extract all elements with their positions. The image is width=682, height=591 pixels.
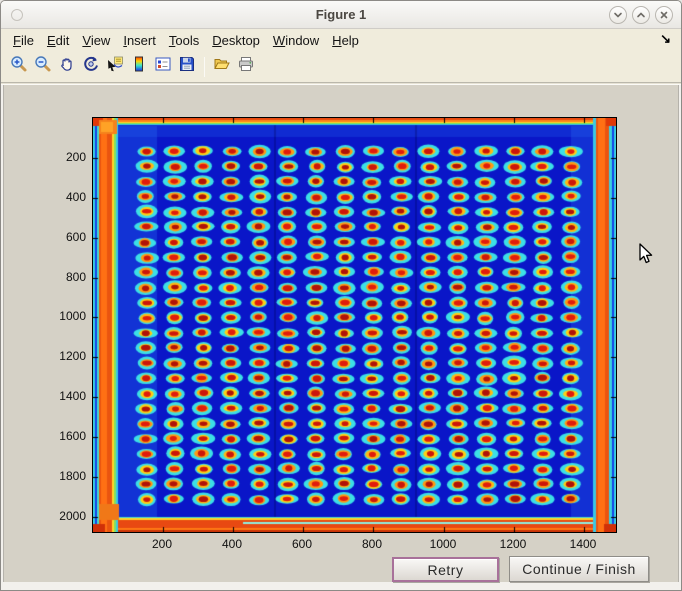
y-tick-label: 800 xyxy=(48,270,86,284)
unshade-button[interactable] xyxy=(632,6,650,24)
colorbar-icon xyxy=(130,55,148,78)
x-tick-label: 1000 xyxy=(421,537,465,551)
print-icon xyxy=(237,55,255,78)
x-tick-label: 400 xyxy=(210,537,254,551)
menu-window[interactable]: Window xyxy=(273,33,319,48)
menu-help[interactable]: Help xyxy=(332,33,359,48)
y-tick-label: 1000 xyxy=(48,309,86,323)
continue-finish-button[interactable]: Continue / Finish xyxy=(509,556,649,582)
toolbar-save-button[interactable] xyxy=(175,55,199,79)
menu-tools[interactable]: Tools xyxy=(169,33,199,48)
x-tick-label: 1200 xyxy=(491,537,535,551)
toolbar-legend-button[interactable] xyxy=(151,55,175,79)
save-icon xyxy=(178,55,196,78)
open-folder-icon xyxy=(213,55,231,78)
y-tick-label: 1800 xyxy=(48,469,86,483)
y-tick-label: 400 xyxy=(48,190,86,204)
toolbar-pan-button[interactable] xyxy=(55,55,79,79)
dock-figure-icon[interactable]: ↘ xyxy=(660,31,671,47)
y-tick-label: 1400 xyxy=(48,389,86,403)
toolbar-rotate3d-button[interactable] xyxy=(79,55,103,79)
close-icon xyxy=(659,10,669,20)
window-controls xyxy=(609,6,673,24)
y-tick-label: 1600 xyxy=(48,429,86,443)
x-tick-label: 800 xyxy=(350,537,394,551)
y-tick-label: 200 xyxy=(48,150,86,164)
pan-hand-icon xyxy=(58,55,76,78)
y-tick-label: 600 xyxy=(48,230,86,244)
toolbar-zoom-in-button[interactable] xyxy=(7,55,31,79)
menu-file[interactable]: File xyxy=(13,33,34,48)
toolbar-colorbar-button[interactable] xyxy=(127,55,151,79)
y-tick-label: 2000 xyxy=(48,509,86,523)
window-menu-icon[interactable] xyxy=(11,9,23,21)
toolbar-print-button[interactable] xyxy=(234,55,258,79)
toolbar-datacursor-button[interactable] xyxy=(103,55,127,79)
close-button[interactable] xyxy=(655,6,673,24)
data-cursor-icon xyxy=(106,55,124,78)
toolbar-open-button[interactable] xyxy=(210,55,234,79)
menu-insert[interactable]: Insert xyxy=(123,33,156,48)
y-tick-label: 1200 xyxy=(48,349,86,363)
insert-legend-icon xyxy=(154,55,172,78)
rotate-3d-icon xyxy=(82,55,100,78)
figure-toolbar xyxy=(1,51,681,82)
toolbar-separator xyxy=(204,57,205,77)
shade-button[interactable] xyxy=(609,6,627,24)
retry-button[interactable]: Retry xyxy=(392,557,499,582)
menu-edit[interactable]: Edit xyxy=(47,33,69,48)
menu-desktop[interactable]: Desktop xyxy=(212,33,260,48)
window-title: Figure 1 xyxy=(316,7,367,22)
x-tick-label: 600 xyxy=(280,537,324,551)
figure-canvas-area: 200 400 600 800 1000 1200 1400 1600 1800… xyxy=(3,85,679,582)
x-tick-label: 1400 xyxy=(561,537,605,551)
figure-window: Figure 1 File Edit View Insert xyxy=(0,0,682,591)
chevron-up-icon xyxy=(636,10,646,20)
titlebar[interactable]: Figure 1 xyxy=(1,1,681,29)
toolbar-zoom-out-button[interactable] xyxy=(31,55,55,79)
zoom-out-icon xyxy=(34,55,52,78)
mouse-cursor-icon xyxy=(639,243,655,270)
chevron-down-icon xyxy=(613,10,623,20)
x-tick-label: 200 xyxy=(140,537,184,551)
menubar: File Edit View Insert Tools Desktop Wind… xyxy=(1,29,681,51)
menu-view[interactable]: View xyxy=(82,33,110,48)
zoom-in-icon xyxy=(10,55,28,78)
plate-image[interactable] xyxy=(92,117,617,533)
